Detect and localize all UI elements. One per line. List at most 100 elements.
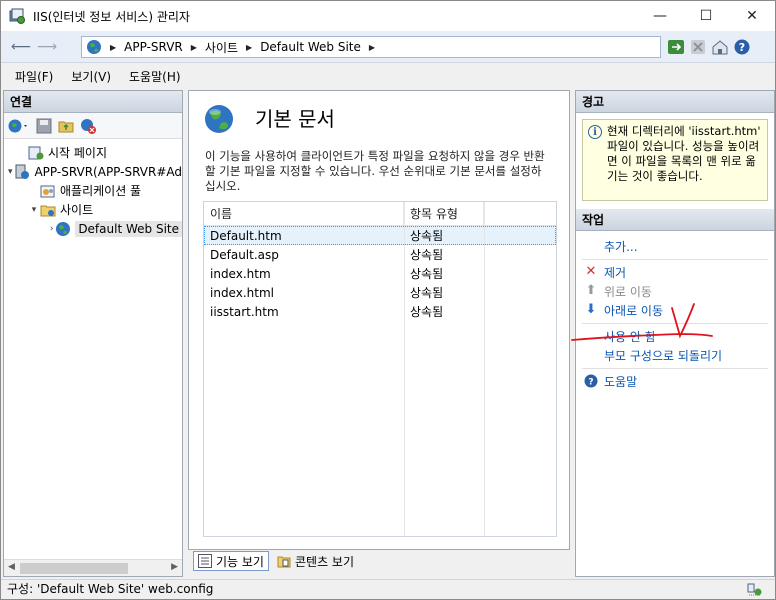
column-divider bbox=[404, 202, 405, 536]
tree-item-server[interactable]: ▾ APP-SRVR(APP-SRVR#Ad bbox=[4, 162, 182, 181]
close-button[interactable]: ✕ bbox=[729, 1, 775, 31]
column-header-name[interactable]: 이름 bbox=[204, 202, 404, 225]
website-globe-icon bbox=[56, 221, 71, 236]
alert-message-box: i 현재 디렉터리에 'iisstart.htm' 파일이 있습니다. 성능을 … bbox=[582, 119, 768, 201]
feature-pane: 기본 문서 이 기능을 사용하여 클라이언트가 특정 파일을 요청하지 않을 경… bbox=[188, 90, 570, 550]
tab-features-view[interactable]: 기능 보기 bbox=[193, 551, 269, 571]
default-documents-list: 이름 항목 유형 Default.htm 상속됨 Default.asp 상속됨… bbox=[203, 201, 557, 537]
features-view-icon bbox=[198, 554, 212, 568]
menu-view[interactable]: 보기(V) bbox=[71, 68, 111, 85]
maximize-button[interactable]: ☐ bbox=[683, 1, 729, 31]
divider bbox=[582, 323, 768, 324]
arrow-down-icon: ⬇ bbox=[585, 302, 597, 317]
breadcrumb-arrow-icon: ▶ bbox=[110, 42, 117, 52]
window-controls: — ☐ ✕ bbox=[637, 1, 775, 31]
breadcrumb-sites[interactable]: ▶ 사이트 bbox=[191, 39, 238, 56]
breadcrumb-arrow-icon: ▶ bbox=[368, 42, 376, 52]
sites-folder-icon bbox=[40, 205, 56, 216]
list-header: 이름 항목 유형 bbox=[204, 202, 556, 226]
connections-header: 연결 bbox=[4, 91, 182, 113]
server-icon bbox=[15, 164, 30, 179]
connections-horizontal-scrollbar[interactable]: ◀ ▶ bbox=[4, 559, 182, 576]
tree-item-app-pools[interactable]: 애플리케이션 풀 bbox=[4, 181, 182, 200]
forward-button[interactable]: ⟶ bbox=[35, 36, 59, 58]
help-icon: ? bbox=[584, 374, 598, 388]
column-divider bbox=[484, 202, 485, 536]
breadcrumb-arrow-icon: ▶ bbox=[246, 42, 253, 52]
disable-action[interactable]: 사용 안 함 bbox=[576, 327, 774, 346]
tab-content-view[interactable]: 콘텐츠 보기 bbox=[273, 551, 358, 571]
actions-pane: 경고 i 현재 디렉터리에 'iisstart.htm' 파일이 있습니다. 성… bbox=[575, 90, 775, 577]
divider bbox=[582, 368, 768, 369]
menu-file[interactable]: 파일(F) bbox=[15, 68, 53, 85]
tree-item-sites[interactable]: ▾ 사이트 bbox=[4, 200, 182, 219]
info-icon: i bbox=[588, 125, 602, 139]
status-text: 구성: 'Default Web Site' web.config bbox=[7, 582, 214, 596]
table-row[interactable]: Default.htm 상속됨 bbox=[204, 226, 556, 245]
svg-text:?: ? bbox=[739, 41, 745, 54]
forward-arrow-icon: ⟶ bbox=[36, 39, 58, 55]
refresh-icon[interactable] bbox=[667, 38, 685, 56]
address-tools: ? bbox=[667, 38, 751, 56]
iis-manager-window: IIS(인터넷 정보 서비스) 관리자 — ☐ ✕ ⟵ ⟶ ▶ APP-SRVR… bbox=[0, 0, 776, 600]
move-up-action[interactable]: ⬆ 위로 이동 bbox=[576, 282, 774, 301]
app-pool-icon bbox=[40, 185, 55, 197]
iis-app-icon bbox=[9, 8, 25, 24]
connect-globe-icon[interactable] bbox=[8, 118, 30, 134]
minimize-button[interactable]: — bbox=[637, 1, 683, 31]
back-arrow-icon: ⟵ bbox=[10, 39, 32, 55]
table-row[interactable]: iisstart.htm 상속됨 bbox=[204, 302, 556, 321]
add-action[interactable]: 추가... bbox=[576, 237, 774, 256]
address-field[interactable]: ▶ APP-SRVR ▶ 사이트 ▶ Default Web Site ▶ bbox=[81, 36, 661, 58]
expand-chevron-icon[interactable]: › bbox=[48, 224, 55, 234]
help-icon[interactable]: ? bbox=[733, 38, 751, 56]
home-icon[interactable] bbox=[711, 38, 729, 56]
menu-bar: 파일(F) 보기(V) 도움말(H) bbox=[1, 64, 775, 88]
connections-toolbar bbox=[4, 113, 182, 139]
breadcrumb-arrow-icon: ▶ bbox=[190, 42, 197, 52]
remove-action[interactable]: ✕ 제거 bbox=[576, 263, 774, 282]
content-view-icon bbox=[277, 556, 291, 568]
tree-item-start-page[interactable]: 시작 페이지 bbox=[4, 143, 182, 162]
status-bar: 구성: 'Default Web Site' web.config bbox=[1, 579, 775, 599]
arrow-up-icon: ⬆ bbox=[585, 283, 597, 298]
title-bar: IIS(인터넷 정보 서비스) 관리자 — ☐ ✕ bbox=[1, 1, 775, 31]
breadcrumb-site[interactable]: ▶ Default Web Site bbox=[246, 40, 361, 54]
save-icon[interactable] bbox=[36, 118, 52, 134]
alerts-header: 경고 bbox=[576, 91, 774, 113]
menu-help[interactable]: 도움말(H) bbox=[129, 68, 181, 85]
back-button[interactable]: ⟵ bbox=[9, 36, 33, 58]
up-folder-icon[interactable] bbox=[58, 118, 74, 134]
tree-item-default-web-site[interactable]: › Default Web Site bbox=[4, 219, 182, 238]
scrollbar-thumb[interactable] bbox=[20, 563, 128, 574]
disconnect-icon[interactable] bbox=[80, 118, 96, 134]
breadcrumb-dropdown[interactable]: ▶ bbox=[369, 43, 383, 52]
remove-x-icon: ✕ bbox=[585, 264, 597, 279]
page-title: 기본 문서 bbox=[255, 107, 335, 131]
window-title: IIS(인터넷 정보 서비스) 관리자 bbox=[33, 9, 190, 24]
collapse-chevron-icon[interactable]: ▾ bbox=[6, 167, 14, 177]
scroll-right-icon[interactable]: ▶ bbox=[171, 562, 178, 572]
move-down-action[interactable]: ⬇ 아래로 이동 bbox=[576, 301, 774, 320]
connections-tree: 시작 페이지 ▾ APP-SRVR(APP-SRVR#Ad 애플리케이션 풀 ▾… bbox=[4, 139, 182, 238]
column-header-entry-type[interactable]: 항목 유형 bbox=[404, 202, 484, 225]
globe-icon bbox=[87, 40, 101, 54]
scroll-left-icon[interactable]: ◀ bbox=[8, 562, 15, 572]
actions-header: 작업 bbox=[576, 209, 774, 231]
address-bar: ⟵ ⟶ ▶ APP-SRVR ▶ 사이트 ▶ Default Web Site bbox=[1, 31, 775, 63]
revert-to-parent-action[interactable]: 부모 구성으로 되돌리기 bbox=[576, 346, 774, 365]
view-tabs: 기능 보기 콘텐츠 보기 bbox=[193, 551, 358, 571]
default-document-globe-icon bbox=[205, 105, 233, 133]
breadcrumb-server[interactable]: ▶ APP-SRVR bbox=[110, 40, 183, 54]
help-action[interactable]: ? 도움말 bbox=[576, 372, 774, 391]
alert-message: 현재 디렉터리에 'iisstart.htm' 파일이 있습니다. 성능을 높이… bbox=[607, 124, 761, 183]
network-status-icon bbox=[747, 583, 762, 596]
collapse-chevron-icon[interactable]: ▾ bbox=[28, 205, 40, 215]
stop-icon[interactable] bbox=[689, 38, 707, 56]
table-row[interactable]: index.html 상속됨 bbox=[204, 283, 556, 302]
connections-pane: 연결 시작 페이지 ▾ APP-SRVR(APP-SRVR#Ad 애플리케이션 … bbox=[3, 90, 183, 577]
svg-text:?: ? bbox=[588, 378, 593, 388]
table-row[interactable]: index.htm 상속됨 bbox=[204, 264, 556, 283]
table-row[interactable]: Default.asp 상속됨 bbox=[204, 245, 556, 264]
divider bbox=[582, 259, 768, 260]
